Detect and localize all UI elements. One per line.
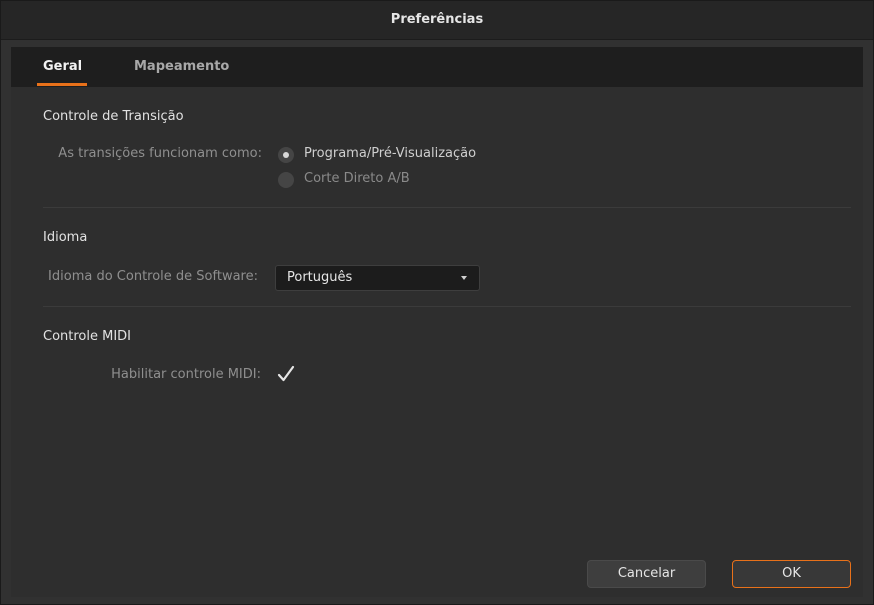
- window-titlebar: Preferências: [1, 1, 873, 40]
- general-settings-panel: Controle de Transição As transições func…: [11, 87, 863, 597]
- enable-midi-label: Habilitar controle MIDI:: [111, 367, 261, 382]
- active-tab-indicator: [37, 83, 87, 86]
- chevron-down-icon: [461, 276, 467, 280]
- radio-cut-bus-label[interactable]: Corte Direto A/B: [304, 171, 410, 186]
- transition-mode-label: As transições funcionam como:: [58, 146, 262, 161]
- section-divider: [43, 207, 851, 208]
- preferences-window: Preferências Geral Mapeamento Controle d…: [0, 0, 874, 605]
- cancel-button[interactable]: Cancelar: [587, 560, 706, 588]
- tab-bar: Geral Mapeamento: [11, 47, 863, 87]
- enable-midi-checkbox[interactable]: [277, 365, 295, 383]
- language-dropdown[interactable]: Português: [275, 265, 480, 291]
- window-title: Preferências: [390, 12, 484, 27]
- transition-section-title: Controle de Transição: [43, 109, 184, 124]
- ok-button[interactable]: OK: [732, 560, 851, 588]
- section-divider: [43, 306, 851, 307]
- tab-mapeamento[interactable]: Mapeamento: [134, 47, 229, 87]
- radio-cut-bus[interactable]: [278, 172, 294, 188]
- tab-geral[interactable]: Geral: [43, 47, 82, 87]
- software-language-label: Idioma do Controle de Software:: [48, 269, 258, 284]
- checkmark-icon: [277, 365, 295, 382]
- radio-program-preview[interactable]: [278, 147, 294, 163]
- midi-section-title: Controle MIDI: [43, 329, 132, 344]
- language-section-title: Idioma: [43, 230, 88, 245]
- radio-program-preview-label[interactable]: Programa/Pré-Visualização: [304, 146, 476, 161]
- language-dropdown-value: Português: [287, 270, 353, 285]
